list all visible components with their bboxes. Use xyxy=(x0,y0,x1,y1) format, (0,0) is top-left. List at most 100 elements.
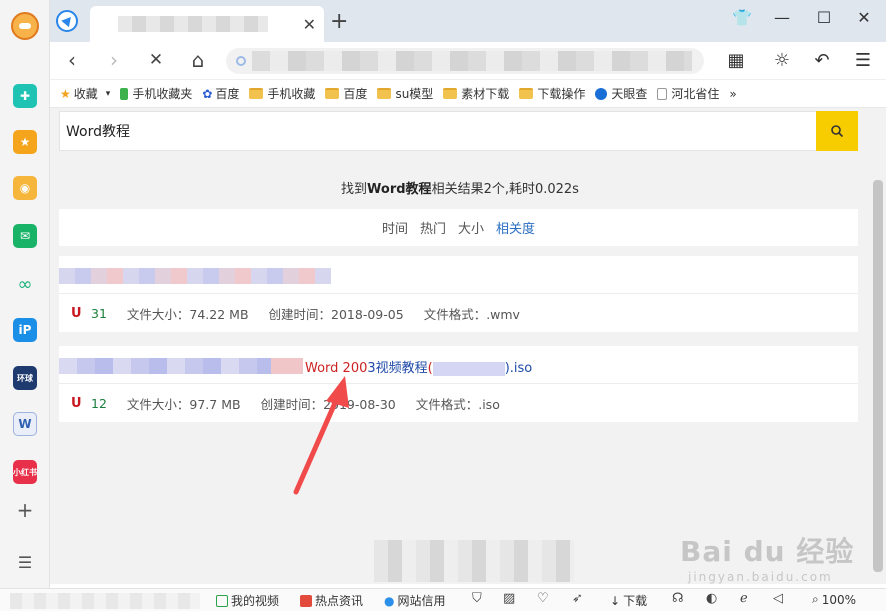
stop-button[interactable]: ✕ xyxy=(144,50,168,70)
back-button[interactable]: ‹ xyxy=(60,48,84,72)
infinity-icon[interactable]: ∞ xyxy=(13,272,37,296)
bookmark-folder-materials[interactable]: 素材下载 xyxy=(443,85,509,102)
rocket-icon[interactable]: ➶ xyxy=(572,591,583,606)
bookmark-tianyancha[interactable]: 天眼查 xyxy=(595,85,647,102)
status-blurred xyxy=(10,593,200,609)
bookmark-folder-mobile[interactable]: 手机收藏 xyxy=(249,85,315,102)
bookmarks-more-icon[interactable]: » xyxy=(729,87,736,101)
zoom-icon: ⌕ xyxy=(812,592,819,606)
title-blurred xyxy=(59,268,331,284)
site-credit[interactable]: ● 网站信用 xyxy=(384,592,446,609)
edge-icon[interactable]: ◐ xyxy=(706,591,717,606)
compass-icon[interactable] xyxy=(56,10,78,32)
image-icon[interactable]: ▨ xyxy=(503,591,515,606)
health-icon[interactable]: ✚ xyxy=(13,84,37,108)
baidu-paw-icon: ✿ xyxy=(202,86,213,101)
blurred-region xyxy=(374,540,574,582)
folder-icon xyxy=(249,88,264,99)
xiaohongshu-icon[interactable]: 小红书 xyxy=(13,460,37,484)
result-title[interactable]: Word 2003视频教程().iso xyxy=(59,346,858,384)
page-icon xyxy=(657,87,668,100)
search-button[interactable] xyxy=(816,111,858,151)
bookmark-folder-download[interactable]: 下载操作 xyxy=(519,85,585,102)
menu-list-icon[interactable]: ☰ xyxy=(13,550,37,574)
active-tab[interactable]: ✕ xyxy=(90,6,324,42)
bookmark-favorites[interactable]: ★ 收藏 ▾ xyxy=(60,85,110,102)
search-input[interactable]: Word教程 xyxy=(66,121,130,141)
new-tab-button[interactable]: + xyxy=(330,9,348,34)
heartbeat-icon[interactable]: ♡ xyxy=(537,591,549,606)
folder-icon xyxy=(443,88,458,99)
download-count: 31 xyxy=(91,305,107,321)
file-size: 文件大小：97.7 MB xyxy=(126,396,241,412)
result-summary: 找到Word教程相关结果2个,耗时0.022s xyxy=(341,182,579,197)
bookmark-hebei[interactable]: 河北省住 xyxy=(657,85,719,102)
favorites-star-icon[interactable]: ★ xyxy=(13,130,37,154)
mail-icon[interactable]: ✉ xyxy=(13,224,37,248)
vertical-scrollbar[interactable] xyxy=(870,108,886,584)
close-icon[interactable]: ✕ xyxy=(849,8,879,27)
tab-close-icon[interactable]: ✕ xyxy=(303,15,316,34)
search-icon xyxy=(831,125,844,138)
bookmark-folder-su[interactable]: su模型 xyxy=(377,85,433,102)
sort-relevance[interactable]: 相关度 xyxy=(496,218,535,237)
file-format: 文件格式：.wmv xyxy=(423,306,520,322)
skin-icon[interactable]: 👕 xyxy=(727,8,757,27)
address-toolbar: ‹ › ✕ ⌂ ▦ ☼ ↶ ☰ xyxy=(50,42,886,80)
weibo-icon[interactable]: ◉ xyxy=(13,176,37,200)
dropdown-caret-icon[interactable]: ▾ xyxy=(106,89,111,99)
file-size: 文件大小：74.22 MB xyxy=(126,306,249,322)
download-count: 12 xyxy=(91,395,107,411)
grid-apps-icon[interactable]: ▦ xyxy=(723,50,749,71)
title-blurred xyxy=(59,358,303,374)
undo-icon[interactable]: ↶ xyxy=(809,50,835,71)
bookmark-folder-baidu[interactable]: 百度 xyxy=(325,85,367,102)
tab-bar: ✕ + 👕 — ☐ ✕ xyxy=(50,0,886,42)
left-sidebar: ✚ ★ ◉ ✉ ∞ iP 环球 W 小红书 + ☰ xyxy=(0,0,50,611)
brightness-icon[interactable]: ☼ xyxy=(769,50,795,71)
scrollbar-thumb[interactable] xyxy=(873,180,883,572)
folder-icon xyxy=(377,88,392,99)
forward-button[interactable]: › xyxy=(102,48,126,72)
url-text-blurred xyxy=(252,51,692,71)
result-title-text[interactable]: Word 2003视频教程().iso xyxy=(305,357,532,376)
result-title[interactable] xyxy=(59,256,858,294)
search-box[interactable]: Word教程 xyxy=(59,111,817,151)
ip-icon[interactable]: iP xyxy=(13,318,37,342)
word-doc-icon[interactable]: W xyxy=(13,412,37,436)
sort-time[interactable]: 时间 xyxy=(382,218,408,237)
add-icon[interactable]: + xyxy=(13,498,37,522)
url-bar[interactable] xyxy=(226,48,704,74)
sort-bar: 时间 热门 大小 相关度 xyxy=(59,209,858,246)
user-avatar[interactable] xyxy=(11,12,39,40)
magnet-icon[interactable]: U xyxy=(71,306,82,321)
created-date: 创建时间：2019-08-30 xyxy=(260,396,396,412)
maximize-icon[interactable]: ☐ xyxy=(809,8,839,27)
bookmarks-bar: ★ 收藏 ▾ 手机收藏夹 ✿ 百度 手机收藏 百度 su模型 素材下载 下载操作 天眼… xyxy=(50,80,886,108)
my-video[interactable]: 我的视频 xyxy=(216,592,279,609)
status-bar: 我的视频 热点资讯 ● 网站信用 ⛉ ▨ ♡ ➶ ↓ 下载 ☊ ◐ ℯ ◁ ⌕ 100… xyxy=(0,588,886,611)
ie-icon[interactable]: ℯ xyxy=(740,591,748,606)
global-news-icon[interactable]: 环球 xyxy=(13,366,37,390)
hot-news[interactable]: 热点资讯 xyxy=(300,592,363,609)
sort-popular[interactable]: 热门 xyxy=(420,218,446,237)
phone-icon xyxy=(120,87,129,100)
bookmark-baidu[interactable]: ✿ 百度 xyxy=(202,85,239,102)
created-date: 创建时间：2018-09-05 xyxy=(268,306,404,322)
folder-icon xyxy=(325,88,340,99)
result-card: U 31 文件大小：74.22 MB 创建时间：2018-09-05 文件格式：… xyxy=(59,256,858,332)
main-menu-icon[interactable]: ☰ xyxy=(850,50,876,71)
bookmark-mobile-favorites[interactable]: 手机收藏夹 xyxy=(120,85,192,102)
download-manager[interactable]: ↓ 下载 xyxy=(610,592,647,609)
headset-icon[interactable]: ☊ xyxy=(672,591,684,606)
shield-icon[interactable]: ⛉ xyxy=(472,591,482,606)
zoom-level[interactable]: ⌕ 100% xyxy=(812,592,856,607)
speaker-icon[interactable]: ◁ xyxy=(773,591,783,606)
sort-size[interactable]: 大小 xyxy=(458,218,484,237)
magnet-icon[interactable]: U xyxy=(71,396,82,411)
download-icon: ↓ xyxy=(610,593,621,608)
result-meta: U 31 文件大小：74.22 MB 创建时间：2018-09-05 文件格式：… xyxy=(59,294,858,332)
minimize-icon[interactable]: — xyxy=(767,8,797,27)
tab-title-blurred xyxy=(118,16,268,32)
home-button[interactable]: ⌂ xyxy=(186,48,210,72)
